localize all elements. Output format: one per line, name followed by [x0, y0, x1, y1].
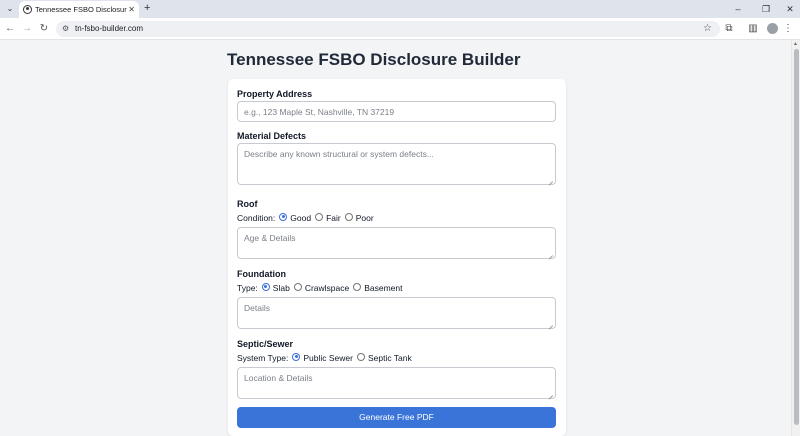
foundation-type-group: Type: Slab Crawlspace Basement	[237, 281, 403, 293]
foundation-details-textarea[interactable]	[237, 297, 556, 329]
resize-handle-icon[interactable]	[548, 251, 554, 257]
foundation-basement-label[interactable]: Basement	[364, 282, 402, 294]
roof-fair-radio[interactable]	[315, 212, 324, 221]
arrow-left-icon[interactable]: ←	[3, 22, 17, 36]
avatar-icon[interactable]	[767, 23, 778, 34]
puzzle-icon[interactable]: ⧉	[722, 22, 736, 36]
scroll-up-icon[interactable]: ▲	[793, 41, 798, 47]
septic-tank-label[interactable]: Septic Tank	[368, 352, 412, 364]
foundation-slab-label[interactable]: Slab	[273, 282, 290, 294]
septic-details-textarea[interactable]	[237, 367, 556, 399]
roof-details-textarea[interactable]	[237, 227, 556, 259]
property-address-input[interactable]	[237, 101, 556, 122]
scrollbar-thumb[interactable]	[794, 49, 799, 425]
property-address-label: Property Address	[237, 89, 313, 99]
globe-icon	[23, 5, 32, 14]
new-tab-plus-icon[interactable]: +	[144, 2, 150, 15]
url-text[interactable]: tn-fsbo-builder.com	[75, 23, 143, 35]
minimize-icon[interactable]: –	[732, 3, 744, 15]
roof-poor-label[interactable]: Poor	[356, 212, 374, 224]
foundation-basement-radio[interactable]	[353, 282, 362, 291]
tab-search-chevron-down-icon[interactable]: ⌄	[4, 3, 16, 15]
material-defects-label: Material Defects	[237, 131, 307, 141]
arrow-right-icon[interactable]: →	[20, 22, 34, 36]
foundation-crawlspace-radio[interactable]	[293, 282, 302, 291]
resize-handle-icon[interactable]	[548, 177, 554, 183]
roof-condition-group: Condition: Good Fair Poor	[237, 211, 374, 223]
address-bar[interactable]: ⚙ tn-fsbo-builder.com ☆	[56, 21, 720, 37]
roof-good-radio[interactable]	[279, 212, 288, 221]
page-title: Tennessee FSBO Disclosure Builder	[227, 50, 521, 69]
kebab-menu-icon[interactable]: ⋮	[781, 22, 795, 36]
roof-poor-radio[interactable]	[344, 212, 353, 221]
reload-icon[interactable]: ↻	[37, 22, 51, 36]
page-scrollbar[interactable]: ▲	[791, 40, 800, 436]
star-icon[interactable]: ☆	[703, 22, 712, 35]
roof-fair-label[interactable]: Fair	[326, 212, 341, 224]
browser-tab[interactable]: Tennessee FSBO Disclosure Builder ✕	[19, 1, 139, 18]
window-close-icon[interactable]: ✕	[784, 3, 796, 15]
roof-good-label[interactable]: Good	[290, 212, 311, 224]
roof-condition-prompt: Condition:	[237, 212, 276, 223]
foundation-label: Foundation	[237, 269, 286, 279]
septic-system-type-prompt: System Type:	[237, 352, 289, 363]
browser-toolbar: ← → ↻ ⚙ tn-fsbo-builder.com ☆ ⧉ ▥ ⋮	[0, 18, 800, 40]
septic-tank-radio[interactable]	[356, 352, 365, 361]
tune-icon[interactable]: ⚙	[62, 24, 69, 34]
material-defects-textarea[interactable]	[237, 143, 556, 185]
septic-system-type-group: System Type: Public Sewer Septic Tank	[237, 351, 412, 363]
resize-handle-icon[interactable]	[548, 391, 554, 397]
resize-handle-icon[interactable]	[548, 321, 554, 327]
tab-title: Tennessee FSBO Disclosure Builder	[35, 5, 127, 14]
restore-icon[interactable]: ❐	[760, 3, 772, 15]
public-sewer-label[interactable]: Public Sewer	[303, 352, 353, 364]
septic-sewer-label: Septic/Sewer	[237, 339, 294, 349]
foundation-slab-radio[interactable]	[261, 282, 270, 291]
browser-tab-bar: ⌄ Tennessee FSBO Disclosure Builder ✕ + …	[0, 0, 800, 18]
roof-label: Roof	[237, 199, 258, 209]
side-panel-icon[interactable]: ▥	[746, 22, 760, 36]
generate-pdf-button[interactable]: Generate Free PDF	[237, 407, 556, 428]
foundation-type-prompt: Type:	[237, 282, 258, 293]
foundation-crawlspace-label[interactable]: Crawlspace	[305, 282, 349, 294]
public-sewer-radio[interactable]	[292, 352, 301, 361]
close-icon[interactable]: ✕	[128, 4, 135, 15]
